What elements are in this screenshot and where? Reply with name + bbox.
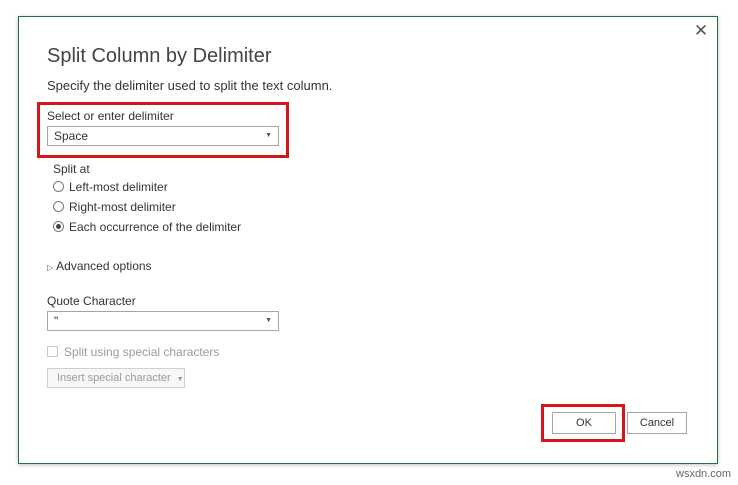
advanced-options-label: Advanced options (56, 259, 152, 273)
radio-button-icon[interactable] (53, 201, 64, 213)
ok-button[interactable]: OK (552, 412, 616, 434)
radio-right-most[interactable]: Right-most delimiter (53, 199, 176, 215)
radio-button-checked-icon[interactable] (53, 221, 64, 233)
chevron-down-icon: ▼ (265, 317, 272, 324)
quote-character-value: " (54, 314, 59, 328)
delimiter-dropdown[interactable]: Space ▼ (47, 126, 279, 146)
radio-label: Each occurrence of the delimiter (69, 220, 242, 234)
split-column-dialog: ✕ Split Column by Delimiter Specify the … (18, 16, 718, 464)
watermark-text: wsxdn.com (676, 468, 732, 480)
delimiter-value: Space (54, 129, 89, 143)
checkbox-icon[interactable] (47, 346, 58, 358)
dialog-title: Split Column by Delimiter (47, 45, 272, 67)
chevron-down-icon: ▼ (265, 132, 272, 139)
delimiter-label: Select or enter delimiter (47, 109, 174, 123)
advanced-options-toggle[interactable]: ▷ Advanced options (47, 259, 152, 273)
radio-each-occurrence[interactable]: Each occurrence of the delimiter (53, 219, 241, 235)
radio-label: Right-most delimiter (69, 200, 176, 214)
cancel-button[interactable]: Cancel (627, 412, 687, 434)
chevron-down-icon: ▼ (176, 376, 184, 383)
split-at-label: Split at (53, 162, 90, 176)
insert-special-character-button[interactable]: Insert special character ▼ (47, 368, 185, 388)
special-characters-checkbox-row[interactable]: Split using special characters (47, 345, 219, 359)
radio-label: Left-most delimiter (69, 180, 168, 194)
radio-left-most[interactable]: Left-most delimiter (53, 179, 168, 195)
quote-character-label: Quote Character (47, 294, 136, 308)
special-characters-label: Split using special characters (64, 345, 220, 359)
dialog-description: Specify the delimiter used to split the … (47, 78, 333, 93)
insert-special-character-label: Insert special character (57, 372, 171, 384)
expand-triangle-icon: ▷ (47, 263, 54, 272)
radio-button-icon[interactable] (53, 181, 64, 193)
quote-character-dropdown[interactable]: " ▼ (47, 311, 279, 331)
close-icon[interactable]: ✕ (691, 21, 711, 41)
